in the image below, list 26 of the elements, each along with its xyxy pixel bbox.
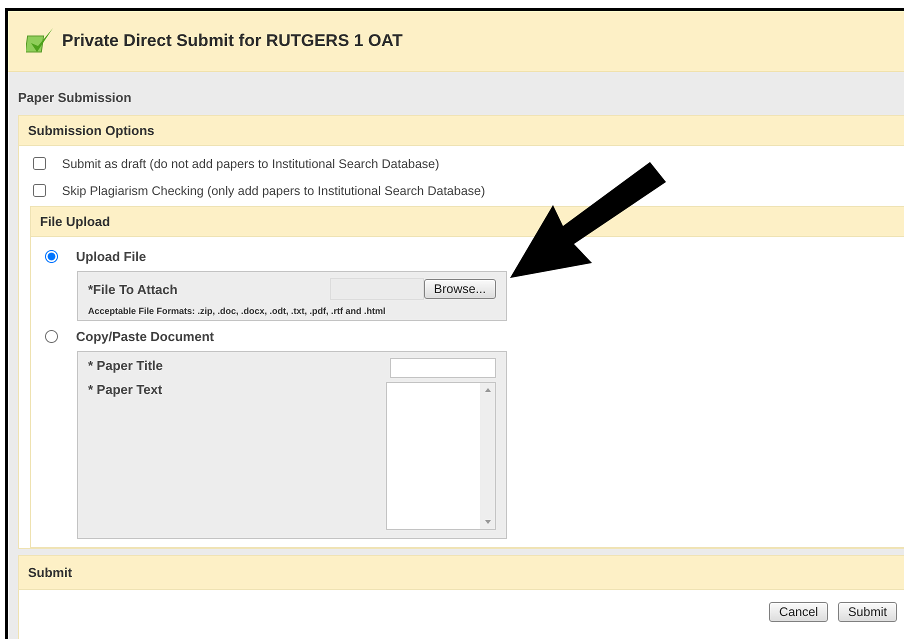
scrollbar[interactable] bbox=[480, 383, 495, 529]
checkbox[interactable] bbox=[33, 184, 46, 197]
form-button[interactable]: Submit bbox=[838, 602, 897, 622]
section-heading: Submit bbox=[19, 556, 904, 590]
option-label: Submit as draft (do not add papers to Institutional Search Database) bbox=[62, 156, 440, 170]
section-heading: Submission Options bbox=[19, 116, 904, 146]
checkbox[interactable] bbox=[33, 157, 46, 170]
radio-button[interactable] bbox=[45, 250, 58, 262]
scroll-down-icon[interactable] bbox=[484, 520, 490, 524]
title-field[interactable] bbox=[390, 358, 496, 378]
scroll-up-icon[interactable] bbox=[484, 388, 490, 392]
field-label: * Paper Text bbox=[88, 382, 162, 397]
file-field[interactable] bbox=[330, 278, 424, 300]
field-label: * Paper Title bbox=[88, 358, 163, 373]
window-title: Private Direct Submit for RUTGERS 1 OAT bbox=[62, 31, 403, 51]
formats-note: Acceptable File Formats: .zip, .doc, .docx, .odt, .txt, .pdf, .rtf and .html bbox=[88, 306, 387, 316]
text-area[interactable] bbox=[386, 382, 496, 530]
form-button[interactable]: Cancel bbox=[769, 602, 828, 622]
option-label: Upload File bbox=[76, 248, 146, 264]
page-heading: Paper Submission bbox=[18, 89, 132, 107]
field-label: *File To Attach bbox=[88, 282, 178, 296]
browse-button[interactable]: Browse... bbox=[424, 279, 496, 299]
section-heading: File Upload bbox=[31, 207, 904, 237]
option-label: Skip Plagiarism Checking (only add papers to Institutional Search Database) bbox=[62, 184, 486, 198]
option-label: Copy/Paste Document bbox=[76, 328, 214, 344]
radio-button[interactable] bbox=[45, 330, 58, 342]
